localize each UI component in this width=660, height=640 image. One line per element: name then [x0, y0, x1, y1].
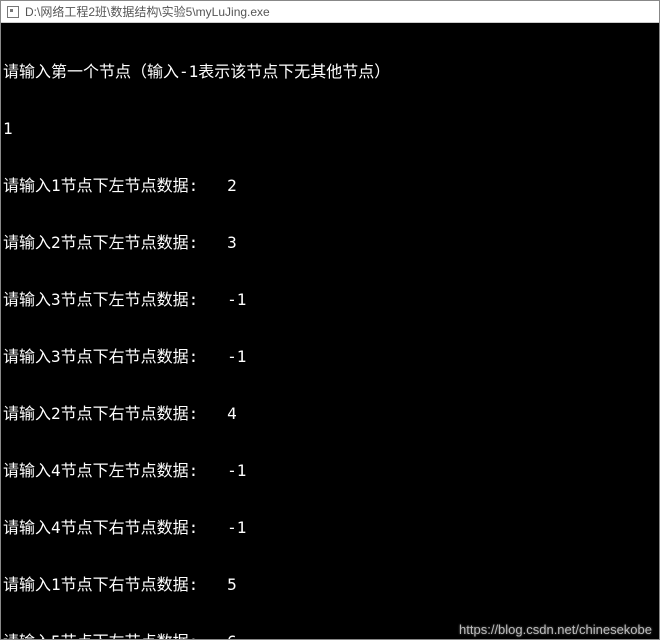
- console-line: 请输入2节点下右节点数据: 4: [3, 404, 657, 423]
- titlebar[interactable]: D:\网络工程2班\数据结构\实验5\myLuJing.exe: [1, 1, 659, 23]
- console-line: 请输入4节点下左节点数据: -1: [3, 461, 657, 480]
- console-line: 请输入第一个节点（输入-1表示该节点下无其他节点）: [3, 62, 657, 81]
- console-output[interactable]: 请输入第一个节点（输入-1表示该节点下无其他节点） 1 请输入1节点下左节点数据…: [1, 23, 659, 639]
- console-line: 请输入1节点下右节点数据: 5: [3, 575, 657, 594]
- console-line: 请输入1节点下左节点数据: 2: [3, 176, 657, 195]
- console-line: 请输入2节点下左节点数据: 3: [3, 233, 657, 252]
- app-icon: [7, 6, 19, 18]
- console-window: D:\网络工程2班\数据结构\实验5\myLuJing.exe 请输入第一个节点…: [0, 0, 660, 640]
- console-line: 1: [3, 119, 657, 138]
- console-line: 请输入3节点下左节点数据: -1: [3, 290, 657, 309]
- console-line: 请输入3节点下右节点数据: -1: [3, 347, 657, 366]
- window-title: D:\网络工程2班\数据结构\实验5\myLuJing.exe: [25, 3, 270, 20]
- watermark: https://blog.csdn.net/chinesekobe: [459, 622, 652, 637]
- console-line: 请输入4节点下右节点数据: -1: [3, 518, 657, 537]
